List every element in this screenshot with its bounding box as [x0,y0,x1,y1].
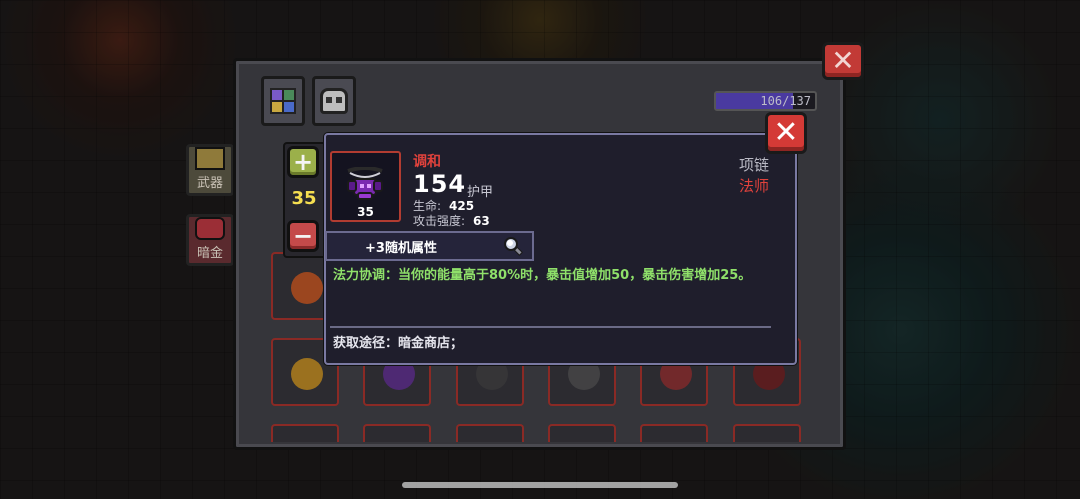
item-main-stat: 154 [413,170,467,198]
plus-icon: + [292,148,314,176]
item-name: 调和 [413,154,441,170]
inventory-slot[interactable] [271,424,339,442]
necklace-icon [347,167,383,200]
item-icon [291,272,323,304]
filter-mask-button[interactable] [312,76,356,126]
home-indicator[interactable] [402,482,678,488]
item-class: 法师 [738,177,769,195]
close-icon: ✕ [831,44,855,77]
inventory-slot[interactable] [548,424,616,442]
random-attributes-label: +3随机属性 [365,240,437,256]
tab-weapon[interactable]: 武器 [186,144,234,196]
inventory-slot[interactable] [456,424,524,442]
item-level: 35 [357,205,374,219]
level-increase-button[interactable]: + [287,146,319,178]
tab-dark-gold-label: 暗金 [196,246,223,261]
tooltip-close-button[interactable]: ✕ [765,112,807,154]
skull-mask-icon [320,88,348,114]
filter-all-button[interactable] [261,76,305,126]
level-value: 35 [291,188,317,209]
minus-icon: − [292,222,314,250]
tab-dark-gold[interactable]: 暗金 [186,214,234,266]
inventory-close-button[interactable]: ✕ [822,42,864,80]
magnifier-icon[interactable] [502,235,524,257]
inventory-capacity-bar: 106/137 [714,91,817,111]
item-slot-type: 项链 [738,156,769,174]
dark-gold-icon [195,217,225,240]
attribute-row: 攻击强度: 63 [413,212,490,229]
item-icon [291,358,323,390]
inventory-slot[interactable] [363,424,431,442]
item-source: 获取途径：暗金商店； [333,336,464,351]
attribute-value: 63 [473,214,490,228]
inventory-slot[interactable] [733,424,801,442]
item-effect-description: 法力协调：当你的能量高于80%时，暴击值增加50，暴击伤害增加25。 [333,268,752,283]
tooltip-divider [330,326,771,328]
capacity-text: 106/137 [760,94,811,108]
attribute-label: 生命: [413,199,442,213]
inventory-slot[interactable] [640,424,708,442]
close-icon: ✕ [773,115,799,150]
attribute-value: 425 [449,199,475,213]
weapon-icon [195,147,225,170]
all-categories-icon [270,88,296,114]
attribute-label: 攻击强度: [413,214,466,228]
level-decrease-button[interactable]: − [287,220,319,252]
tab-weapon-label: 武器 [196,176,223,191]
